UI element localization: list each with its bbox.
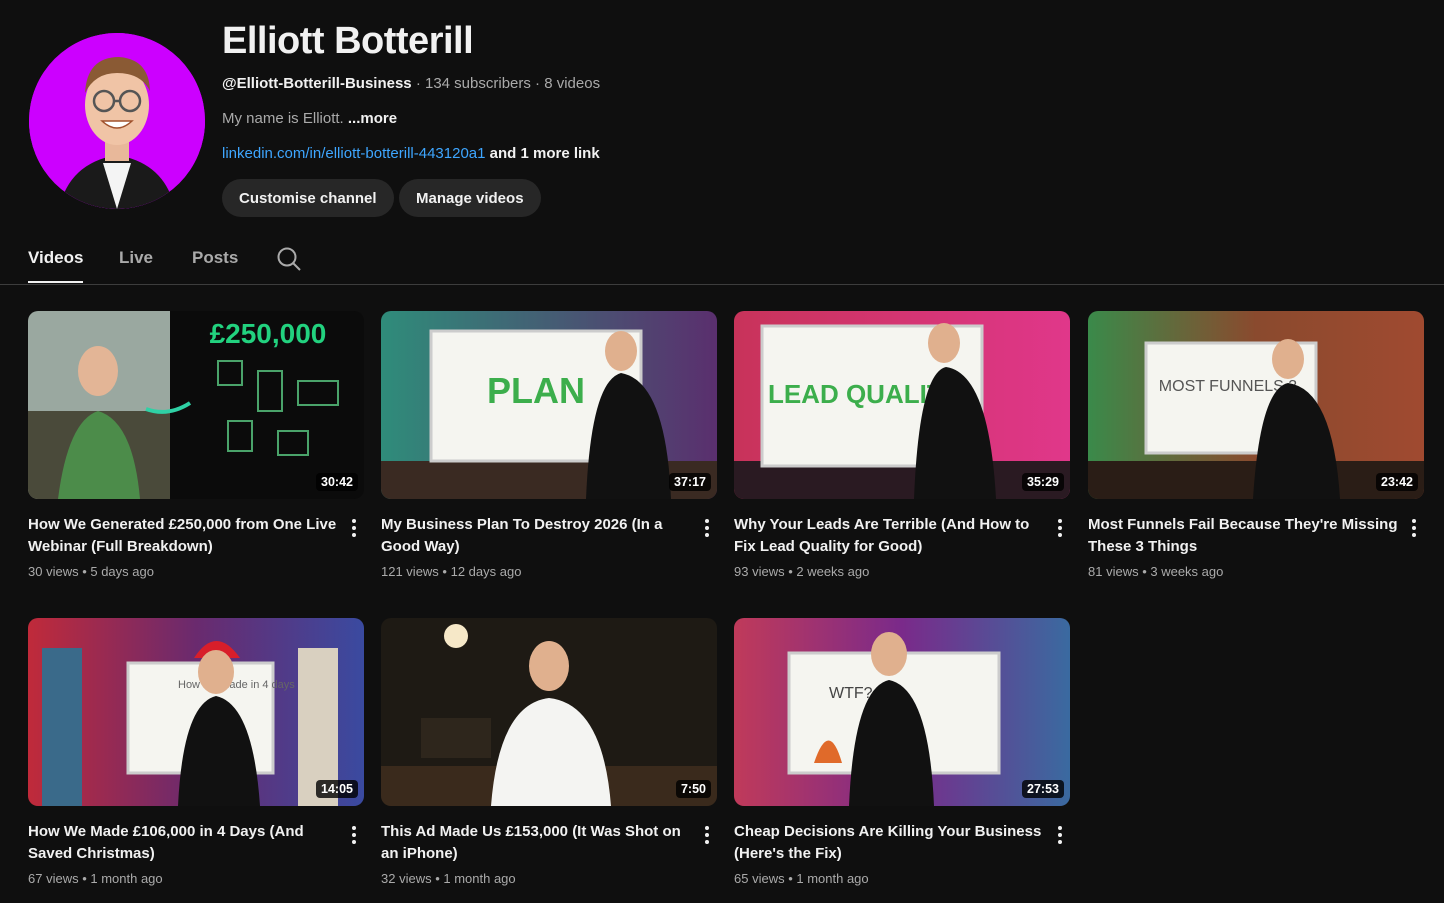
view-count: 65 views: [734, 871, 785, 886]
video-count: 8 videos: [544, 75, 601, 92]
more-actions-icon[interactable]: [701, 517, 713, 539]
meta-separator: ·: [535, 75, 541, 92]
more-actions-icon[interactable]: [348, 824, 360, 846]
video-meta: 30 views • 5 days ago: [28, 564, 154, 579]
video-meta: 81 views • 3 weeks ago: [1088, 564, 1224, 579]
channel-name: Elliott Botterill: [222, 20, 474, 62]
video-duration: 23:42: [1376, 473, 1418, 491]
view-count: 30 views: [28, 564, 79, 579]
tab-posts[interactable]: Posts: [192, 248, 238, 268]
search-icon[interactable]: [276, 246, 302, 272]
video-duration: 7:50: [675, 780, 711, 798]
view-count: 121 views: [381, 564, 439, 579]
video-duration: 30:42: [316, 473, 358, 491]
linkedin-link[interactable]: linkedin.com/in/elliott-botterill-443120…: [222, 145, 485, 162]
view-count: 32 views: [381, 871, 432, 886]
upload-age: 5 days ago: [90, 564, 154, 579]
view-count: 81 views: [1088, 564, 1139, 579]
upload-age: 1 month ago: [90, 871, 163, 886]
thumbnail-overlay-text: WTF?: [829, 685, 873, 702]
channel-meta: @Elliott-Botterill-Business · 134 subscr…: [222, 75, 600, 92]
video-duration: 14:05: [316, 780, 358, 798]
channel-links: linkedin.com/in/elliott-botterill-443120…: [222, 145, 600, 162]
video-thumbnail[interactable]: 7:50: [381, 618, 717, 806]
thumbnail-overlay-text: PLAN: [487, 370, 585, 411]
video-meta: 32 views • 1 month ago: [381, 871, 516, 886]
description-text: My name is Elliott.: [222, 110, 344, 127]
video-title[interactable]: This Ad Made Us £153,000 (It Was Shot on…: [381, 821, 691, 865]
video-duration: 35:29: [1022, 473, 1064, 491]
manage-videos-button[interactable]: Manage videos: [399, 179, 541, 217]
video-meta: 65 views • 1 month ago: [734, 871, 869, 886]
upload-age: 3 weeks ago: [1150, 564, 1224, 579]
video-thumbnail[interactable]: £250,000 30:42: [28, 311, 364, 499]
video-title[interactable]: My Business Plan To Destroy 2026 (In a G…: [381, 514, 691, 558]
upload-age: 12 days ago: [450, 564, 522, 579]
video-thumbnail[interactable]: WTF? 27:53: [734, 618, 1070, 806]
tab-videos[interactable]: Videos: [28, 248, 83, 268]
video-duration: 27:53: [1022, 780, 1064, 798]
video-meta: 93 views • 2 weeks ago: [734, 564, 870, 579]
tab-live[interactable]: Live: [119, 248, 153, 268]
video-meta: 67 views • 1 month ago: [28, 871, 163, 886]
video-duration: 37:17: [669, 473, 711, 491]
description-more-link[interactable]: ...more: [348, 110, 397, 127]
video-title[interactable]: Why Your Leads Are Terrible (And How to …: [734, 514, 1044, 558]
channel-description[interactable]: My name is Elliott. ...more: [222, 110, 397, 127]
video-title[interactable]: How We Made £106,000 in 4 Days (And Save…: [28, 821, 338, 865]
upload-age: 2 weeks ago: [796, 564, 870, 579]
active-tab-indicator: [28, 281, 83, 283]
more-actions-icon[interactable]: [701, 824, 713, 846]
view-count: 93 views: [734, 564, 785, 579]
more-actions-icon[interactable]: [1408, 517, 1420, 539]
channel-tabs: Videos Live Posts: [0, 236, 1444, 285]
more-links-button[interactable]: and 1 more link: [490, 145, 600, 162]
video-thumbnail[interactable]: PLAN 37:17: [381, 311, 717, 499]
view-count: 67 views: [28, 871, 79, 886]
video-thumbnail[interactable]: How we made in 4 days 14:05: [28, 618, 364, 806]
video-title[interactable]: Most Funnels Fail Because They're Missin…: [1088, 514, 1398, 558]
more-actions-icon[interactable]: [1054, 824, 1066, 846]
channel-avatar[interactable]: [29, 33, 205, 209]
video-meta: 121 views • 12 days ago: [381, 564, 522, 579]
video-title[interactable]: How We Generated £250,000 from One Live …: [28, 514, 338, 558]
thumbnail-overlay-text: How we made in 4 days: [178, 679, 295, 691]
video-thumbnail[interactable]: MOST FUNNELS 3 23:42: [1088, 311, 1424, 499]
upload-age: 1 month ago: [443, 871, 516, 886]
video-title[interactable]: Cheap Decisions Are Killing Your Busines…: [734, 821, 1044, 865]
channel-handle: @Elliott-Botterill-Business: [222, 75, 412, 92]
video-thumbnail[interactable]: LEAD QUALITY 35:29: [734, 311, 1070, 499]
more-actions-icon[interactable]: [1054, 517, 1066, 539]
meta-separator: ·: [415, 75, 421, 92]
subscriber-count: 134 subscribers: [424, 75, 531, 92]
customise-channel-button[interactable]: Customise channel: [222, 179, 394, 217]
upload-age: 1 month ago: [796, 871, 869, 886]
thumbnail-overlay-text: £250,000: [210, 318, 327, 349]
more-actions-icon[interactable]: [348, 517, 360, 539]
